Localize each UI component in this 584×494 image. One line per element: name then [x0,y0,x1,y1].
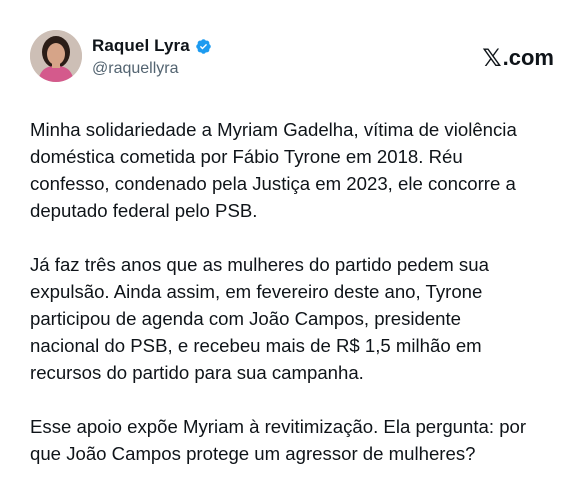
post-card: Raquel Lyra @raquellyra 𝕏 .com Minha soli… [0,0,584,494]
post-paragraph-3: Esse apoio expõe Myriam à revitimização.… [30,416,527,464]
verified-badge-icon [195,38,212,55]
post-paragraph-1: Minha solidariedade a Myriam Gadelha, ví… [30,119,517,221]
post-paragraph-2: Já faz três anos que as mulheres do part… [30,254,489,383]
post-header: Raquel Lyra @raquellyra 𝕏 .com [30,30,560,86]
avatar[interactable] [30,30,82,82]
brand-label: .com [502,45,554,70]
display-name[interactable]: Raquel Lyra [92,36,190,56]
post-body: Minha solidariedade a Myriam Gadelha, ví… [30,116,570,494]
brand-logo: 𝕏 .com [482,44,554,72]
author-info: Raquel Lyra @raquellyra [92,36,212,78]
display-name-row: Raquel Lyra [92,36,212,56]
avatar-image [30,30,82,82]
handle[interactable]: @raquellyra [92,60,212,78]
x-logo-icon: 𝕏 [482,44,502,72]
